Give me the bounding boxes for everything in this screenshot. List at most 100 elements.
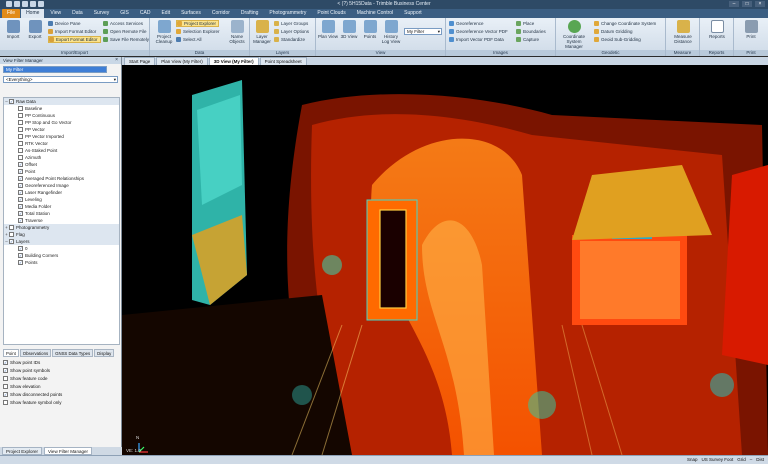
import-button[interactable]: Import xyxy=(2,20,24,39)
select-all-button[interactable]: Select All xyxy=(176,36,202,43)
tree-checkbox[interactable]: ✓ xyxy=(18,246,23,251)
name-objects-button[interactable]: Name Objects xyxy=(226,20,248,44)
ribbon-tab-machine-control[interactable]: Machine Control xyxy=(352,9,398,18)
ribbon-tab-edit[interactable]: Edit xyxy=(156,9,175,18)
tree-checkbox[interactable]: ✓ xyxy=(18,176,23,181)
tree-item[interactable]: PP Stop and Go Vector xyxy=(4,119,119,126)
ribbon-tab-view[interactable]: View xyxy=(45,9,66,18)
close-icon[interactable]: × xyxy=(115,57,118,63)
tree-checkbox[interactable]: ✓ xyxy=(18,190,23,195)
3d-view-button[interactable]: 3D View xyxy=(338,20,360,39)
option-checkbox[interactable] xyxy=(3,375,8,381)
selection-explorer-button[interactable]: Selection Explorer xyxy=(176,28,220,35)
status-item[interactable]: – xyxy=(750,457,753,462)
tree-category[interactable]: + Photogrammetry xyxy=(4,224,119,231)
tree-checkbox[interactable] xyxy=(18,120,23,125)
tree-item[interactable]: ✓ Building Corners xyxy=(4,252,119,259)
ribbon-tab-data[interactable]: Data xyxy=(67,9,88,18)
import-vector-pdf-button[interactable]: Import Vector PDF Data xyxy=(449,36,504,43)
tree-checkbox[interactable] xyxy=(18,155,23,160)
tree-checkbox[interactable]: ✓ xyxy=(9,99,14,104)
project-explorer-button[interactable]: Project Explorer xyxy=(176,20,220,27)
ribbon-tab-file[interactable]: File xyxy=(2,9,21,18)
tree-item[interactable]: PP Continuous xyxy=(4,112,119,119)
option-row[interactable]: ✓ Show disconnected points xyxy=(3,390,120,398)
coordinate-system-manager-button[interactable]: Coordinate System Manager xyxy=(559,20,589,49)
reports-button[interactable]: Reports xyxy=(706,20,728,39)
minimize-button[interactable]: – xyxy=(729,1,739,7)
tree-item[interactable]: As-Staked Point xyxy=(4,147,119,154)
tree-item[interactable]: PP Vector Imported xyxy=(4,133,119,140)
ribbon-tab-survey[interactable]: Survey xyxy=(89,9,115,18)
option-row[interactable]: Show feature code xyxy=(3,374,120,382)
panel-tab-project-explorer[interactable]: Project Explorer xyxy=(2,447,43,455)
tree-category[interactable]: – ✓ Layers xyxy=(4,238,119,245)
ribbon-tab-photogrammetry[interactable]: Photogrammetry xyxy=(264,9,311,18)
tree-checkbox[interactable]: ✓ xyxy=(18,183,23,188)
maximize-button[interactable]: □ xyxy=(742,1,752,7)
tree-item[interactable]: ✓ Total Station xyxy=(4,210,119,217)
status-item[interactable]: US Survey Foot xyxy=(701,457,733,462)
tree-checkbox[interactable]: ✓ xyxy=(18,211,23,216)
tree-checkbox[interactable] xyxy=(18,134,23,139)
close-button[interactable]: × xyxy=(755,1,765,7)
tree-checkbox[interactable] xyxy=(18,148,23,153)
tree-checkbox[interactable]: ✓ xyxy=(18,218,23,223)
tree-item[interactable]: RTK Vector xyxy=(4,140,119,147)
tree-checkbox[interactable]: ✓ xyxy=(18,260,23,265)
place-button[interactable]: Place xyxy=(516,20,534,27)
georeference-button[interactable]: Georeference xyxy=(449,20,484,27)
save-file-remotely-button[interactable]: Save File Remotely xyxy=(103,36,149,43)
panel-tab-view-filter-manager[interactable]: View Filter Manager xyxy=(44,447,92,455)
status-item[interactable]: Grid xyxy=(737,457,746,462)
filter-name-input[interactable]: My Filter xyxy=(3,66,107,73)
option-checkbox[interactable]: ✓ xyxy=(3,367,8,373)
doc-tab[interactable]: 3D View (My Filter) xyxy=(208,57,259,65)
layer-manager-button[interactable]: Layer Manager xyxy=(251,20,273,44)
option-row[interactable]: Show elevation xyxy=(3,382,120,390)
layer-options-button[interactable]: Layer Options xyxy=(274,28,309,35)
ribbon-tab-home[interactable]: Home xyxy=(21,9,45,18)
3d-view-viewport[interactable]: N VE: 1.0 xyxy=(122,65,768,455)
points-button[interactable]: Points xyxy=(359,20,381,39)
history-log-view-button[interactable]: History Log View xyxy=(380,20,402,44)
tree-item[interactable]: ✓ Averaged Point Relationships xyxy=(4,175,119,182)
plan-view-button[interactable]: Plan View xyxy=(317,20,339,39)
options-tab-gnss-data-types[interactable]: GNSS Data Types xyxy=(52,349,94,357)
status-item[interactable]: Snap xyxy=(687,457,698,462)
tree-checkbox[interactable]: ✓ xyxy=(18,169,23,174)
tree-item[interactable]: ✓ Leveling xyxy=(4,196,119,203)
tree-item[interactable]: ✓ Media Folder xyxy=(4,203,119,210)
georeference-vector-pdf-button[interactable]: Georeference Vector PDF xyxy=(449,28,508,35)
project-cleanup-button[interactable]: Project Cleanup xyxy=(153,20,175,44)
export-format-editor-button[interactable]: Export Format Editor xyxy=(48,36,101,43)
view-filter-select[interactable]: My Filter ▾ xyxy=(404,28,442,35)
boundaries-button[interactable]: Boundaries xyxy=(516,28,546,35)
filter-scope-select[interactable]: <Everything> ▾ xyxy=(3,76,118,83)
tree-checkbox[interactable] xyxy=(18,141,23,146)
ribbon-tab-support[interactable]: Support xyxy=(399,9,427,18)
tree-checkbox[interactable]: ✓ xyxy=(18,162,23,167)
access-services-button[interactable]: Access Services xyxy=(103,20,143,27)
ribbon-tab-surfaces[interactable]: Surfaces xyxy=(176,9,206,18)
tree-item[interactable]: ✓ Offset xyxy=(4,161,119,168)
standardize-button[interactable]: Standardize xyxy=(274,36,305,43)
tree-checkbox[interactable] xyxy=(9,232,14,237)
tree-item[interactable]: ✓ Point xyxy=(4,168,119,175)
tree-item[interactable]: ✓ Georeferenced Image xyxy=(4,182,119,189)
tree-checkbox[interactable] xyxy=(18,127,23,132)
tree-item[interactable]: ✓ 0 xyxy=(4,245,119,252)
change-coordinate-system-button[interactable]: Change Coordinate System xyxy=(594,20,656,27)
geoid-sub-gridding-button[interactable]: Geoid Sub-Gridding xyxy=(594,36,641,43)
option-row[interactable]: ✓ Show point symbols xyxy=(3,366,120,374)
option-checkbox[interactable]: ✓ xyxy=(3,391,8,397)
measure-distance-button[interactable]: Measure Distance xyxy=(669,20,697,44)
tree-item[interactable]: PP Vector xyxy=(4,126,119,133)
tree-checkbox[interactable]: ✓ xyxy=(9,239,14,244)
device-pane-button[interactable]: Device Pane xyxy=(48,20,81,27)
open-remote-file-button[interactable]: Open Remote File xyxy=(103,28,147,35)
tree-category[interactable]: – ✓ Raw Data xyxy=(4,98,119,105)
tree-item[interactable]: ✓ Laser Rangefinder xyxy=(4,189,119,196)
tree-checkbox[interactable] xyxy=(18,113,23,118)
export-button[interactable]: Export xyxy=(24,20,46,39)
